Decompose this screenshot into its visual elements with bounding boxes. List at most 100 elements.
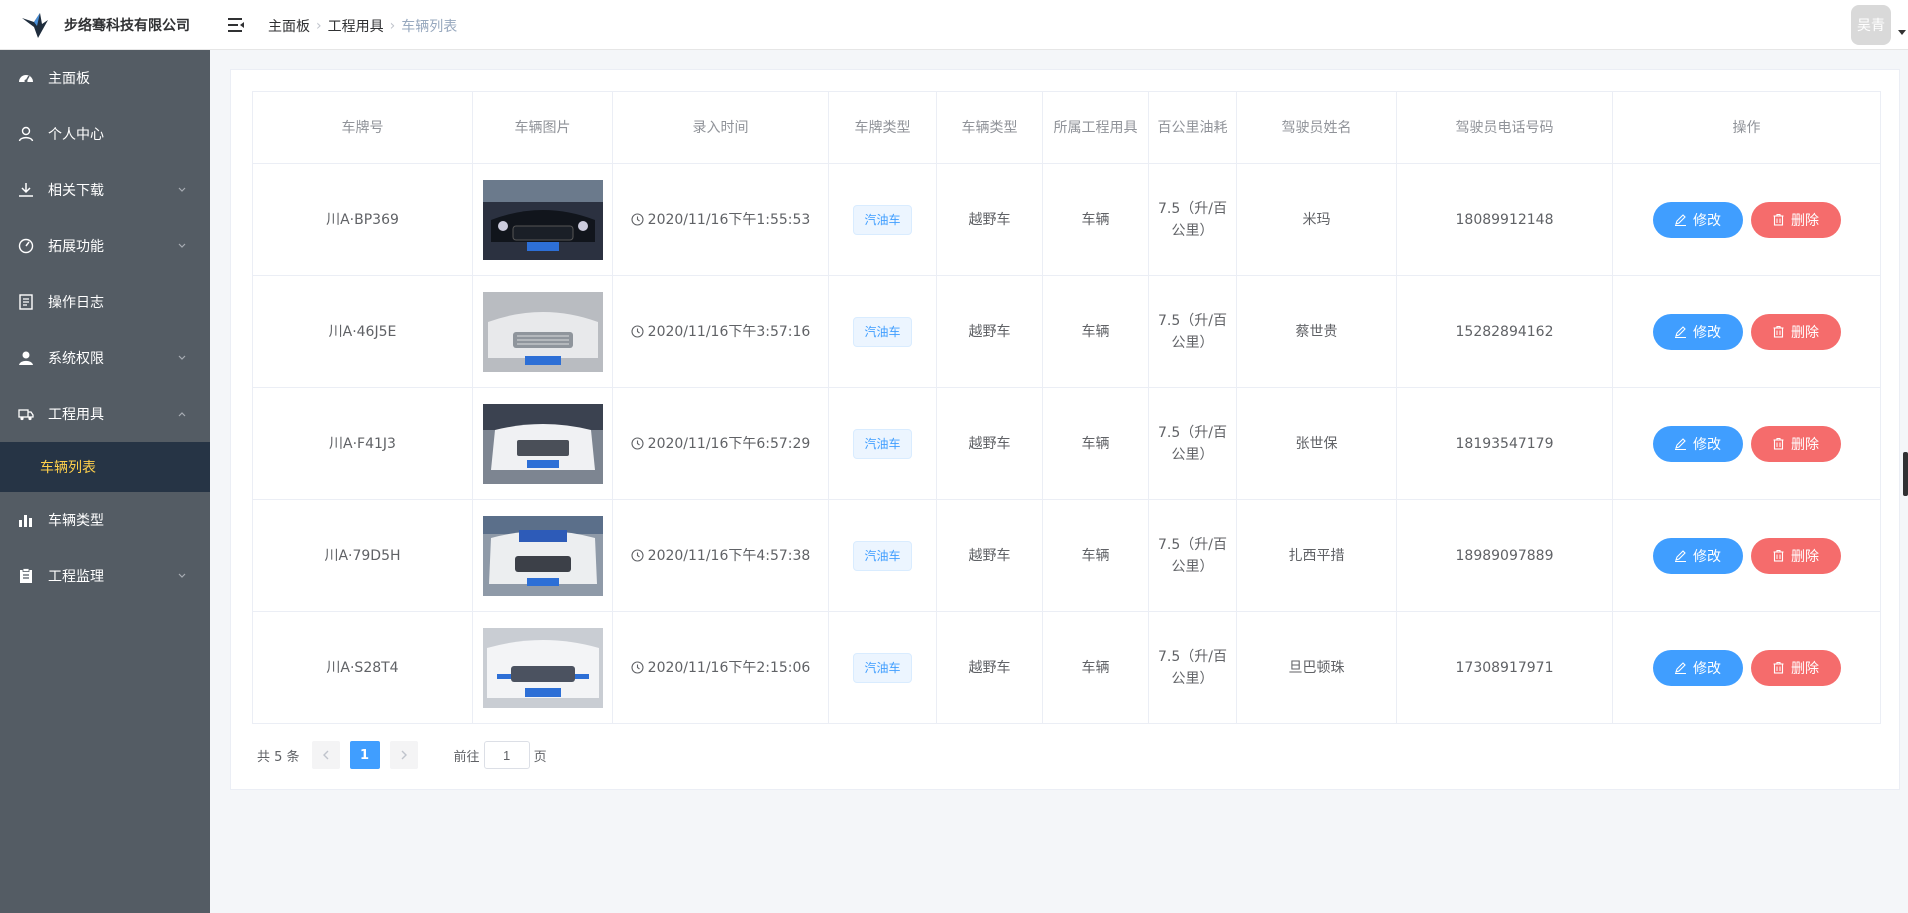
clock-icon [631,324,644,338]
time-cell: 2020/11/16下午6:57:29 [612,387,829,500]
sidebar-item-supervision[interactable]: 工程监理 [0,548,210,604]
phone-cell: 18193547179 [1396,387,1613,500]
time-cell: 2020/11/16下午3:57:16 [612,275,829,388]
time-text: 2020/11/16下午1:55:53 [647,211,811,228]
vehicle-type-cell: 越野车 [936,499,1043,612]
edit-label: 修改 [1693,659,1721,676]
time-text: 2020/11/16下午6:57:29 [647,435,811,452]
caret-down-icon[interactable] [1898,30,1906,35]
fuel-cell: 7.5（升/百公里） [1148,163,1237,276]
sidebar: 主面板 个人中心 相关下载 拓展功能 操作日志 系统权限 工程用具 车辆列表 车… [0,50,210,913]
fuel-cell: 7.5（升/百公里） [1148,499,1237,612]
chevron-up-icon [178,412,186,417]
sidebar-item-label: 操作日志 [48,295,104,311]
actions-cell: 修改 删除 [1612,611,1881,724]
trash-icon [1773,325,1784,338]
edit-button[interactable]: 修改 [1652,649,1743,686]
image-cell [472,611,613,724]
phone-cell: 18989097889 [1396,499,1613,612]
user-avatar[interactable]: 吴青 [1851,5,1891,45]
vehicle-photo[interactable] [482,515,603,596]
breadcrumb-tools[interactable]: 工程用具 [328,16,384,36]
actions-cell: 修改 删除 [1612,499,1881,612]
tool-cell: 车辆 [1042,499,1149,612]
scrollbar-handle[interactable] [1903,452,1908,496]
breadcrumb-home[interactable]: 主面板 [268,16,310,36]
breadcrumb-separator-icon: › [389,18,396,34]
delete-button[interactable]: 删除 [1750,201,1841,238]
time-cell: 2020/11/16下午4:57:38 [612,499,829,612]
column-header: 驾驶员电话号码 [1396,91,1613,164]
fuel-cell: 7.5（升/百公里） [1148,611,1237,724]
sidebar-item-vehicle-types[interactable]: 车辆类型 [0,492,210,548]
pagination: 共 5 条 1 前往 页 [257,741,547,769]
table-row: 川A·79D5H 2020/11/16下午4:57:38 汽油车 越野车 车辆 … [252,499,1881,612]
phone-cell: 17308917971 [1396,611,1613,724]
user-icon [18,126,34,142]
trash-icon [1773,549,1784,562]
plate-type-tag: 汽油车 [853,652,912,683]
edit-label: 修改 [1693,547,1721,564]
driver-cell: 蔡世贵 [1236,275,1397,388]
fuel-cell: 7.5（升/百公里） [1148,387,1237,500]
time-cell: 2020/11/16下午2:15:06 [612,611,829,724]
column-header: 车辆图片 [472,91,613,164]
sidebar-item-extensions[interactable]: 拓展功能 [0,218,210,274]
column-header: 所属工程用具 [1042,91,1149,164]
phone-cell: 18089912148 [1396,163,1613,276]
sidebar-item-tools[interactable]: 工程用具 [0,386,210,442]
document-icon [19,294,33,310]
clock-icon [631,436,644,450]
edit-button[interactable]: 修改 [1652,313,1743,350]
table-row: 川A·46J5E 2020/11/16下午3:57:16 汽油车 越野车 车辆 [252,275,1881,388]
sidebar-subitem-vehicle-list[interactable]: 车辆列表 [0,442,210,492]
pagination-total: 共 5 条 [257,749,300,765]
vehicle-photo[interactable] [482,179,603,260]
delete-button[interactable]: 删除 [1750,649,1841,686]
page-number-button[interactable]: 1 [349,741,380,769]
goto-page-input[interactable] [483,741,530,769]
table-header-row: 车牌号 车辆图片 录入时间 车牌类型 车辆类型 所属工程用具 百公里油耗 驾驶员… [252,91,1881,164]
sidebar-item-permissions[interactable]: 系统权限 [0,330,210,386]
plate-type-cell: 汽油车 [828,499,937,612]
chevron-left-icon [322,750,329,760]
sidebar-item-profile[interactable]: 个人中心 [0,106,210,162]
edit-icon [1675,550,1686,562]
trash-icon [1773,213,1784,226]
plate-type-tag: 汽油车 [853,540,912,571]
menu-toggle-icon[interactable] [226,15,246,35]
chevron-down-icon [178,573,186,578]
time-text: 2020/11/16下午3:57:16 [647,323,811,340]
sidebar-item-logs[interactable]: 操作日志 [0,274,210,330]
vehicle-type-cell: 越野车 [936,611,1043,724]
next-page-button[interactable] [389,741,418,769]
image-cell [472,499,613,612]
prev-page-button[interactable] [311,741,340,769]
phone-cell: 15282894162 [1396,275,1613,388]
column-header: 驾驶员姓名 [1236,91,1397,164]
delete-button[interactable]: 删除 [1750,313,1841,350]
tool-cell: 车辆 [1042,275,1149,388]
edit-button[interactable]: 修改 [1652,537,1743,574]
delete-button[interactable]: 删除 [1750,425,1841,462]
plate-cell: 川A·79D5H [252,499,473,612]
company-name: 步络骞科技有限公司 [64,18,190,34]
edit-button[interactable]: 修改 [1652,425,1743,462]
delete-button[interactable]: 删除 [1750,537,1841,574]
chevron-down-icon [178,355,186,360]
trash-icon [1773,437,1784,450]
column-header: 操作 [1612,91,1881,164]
vehicle-photo[interactable] [482,291,603,372]
plate-type-cell: 汽油车 [828,387,937,500]
table-row: 川A·F41J3 2020/11/16下午6:57:29 汽油车 越野车 车辆 [252,387,1881,500]
sidebar-item-dashboard[interactable]: 主面板 [0,50,210,106]
plate-cell: 川A·46J5E [252,275,473,388]
tool-cell: 车辆 [1042,387,1149,500]
clock-icon [631,548,644,562]
edit-button[interactable]: 修改 [1652,201,1743,238]
vehicle-photo[interactable] [482,403,603,484]
column-header: 车牌类型 [828,91,937,164]
sidebar-item-downloads[interactable]: 相关下载 [0,162,210,218]
vehicle-photo[interactable] [482,627,603,708]
edit-icon [1675,438,1686,450]
